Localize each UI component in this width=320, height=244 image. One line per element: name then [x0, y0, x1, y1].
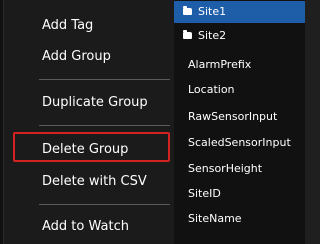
tree-node-label: Location — [188, 83, 235, 96]
tree-node-site-id[interactable]: SiteID — [188, 183, 221, 205]
menu-item-add-tag[interactable]: Add Tag — [42, 15, 93, 37]
tree-node-label: SiteName — [188, 212, 242, 225]
menu-item-add-group[interactable]: Add Group — [42, 46, 111, 68]
tree-node-label: AlarmPrefix — [188, 58, 252, 71]
menu-separator — [39, 79, 170, 80]
tree-node-label: SiteID — [188, 187, 221, 200]
tree-node-label: RawSensorInput — [188, 110, 278, 123]
tree-node-site2[interactable]: Site2 — [183, 25, 226, 47]
folder-icon — [183, 30, 192, 39]
tree-node-label: Site1 — [198, 5, 227, 18]
tree-node-label: SensorHeight — [188, 162, 263, 175]
tree-node-location[interactable]: Location — [188, 79, 235, 101]
tree-node-raw-sensor-input[interactable]: RawSensorInput — [188, 106, 277, 128]
folder-icon — [183, 6, 192, 15]
tree-node-site-name[interactable]: SiteName — [188, 208, 242, 230]
menu-separator — [39, 125, 170, 126]
tree-node-label: ScaledSensorInput — [188, 136, 291, 149]
menu-item-delete-group[interactable]: Delete Group — [42, 139, 128, 161]
tree-node-sensor-height[interactable]: SensorHeight — [188, 158, 262, 180]
context-menu: Add Tag Add Group Duplicate Group Delete… — [3, 0, 174, 244]
menu-separator — [39, 204, 170, 205]
menu-item-duplicate-group[interactable]: Duplicate Group — [42, 92, 148, 114]
menu-item-delete-with-csv[interactable]: Delete with CSV — [42, 171, 147, 193]
menu-item-add-to-watch[interactable]: Add to Watch — [42, 216, 129, 238]
tree-node-label: Site2 — [198, 29, 227, 42]
tree-node-alarm-prefix[interactable]: AlarmPrefix — [188, 54, 251, 76]
tree-node-scaled-sensor-input[interactable]: ScaledSensorInput — [188, 132, 291, 154]
tree-node-site1[interactable]: Site1 — [173, 1, 305, 23]
